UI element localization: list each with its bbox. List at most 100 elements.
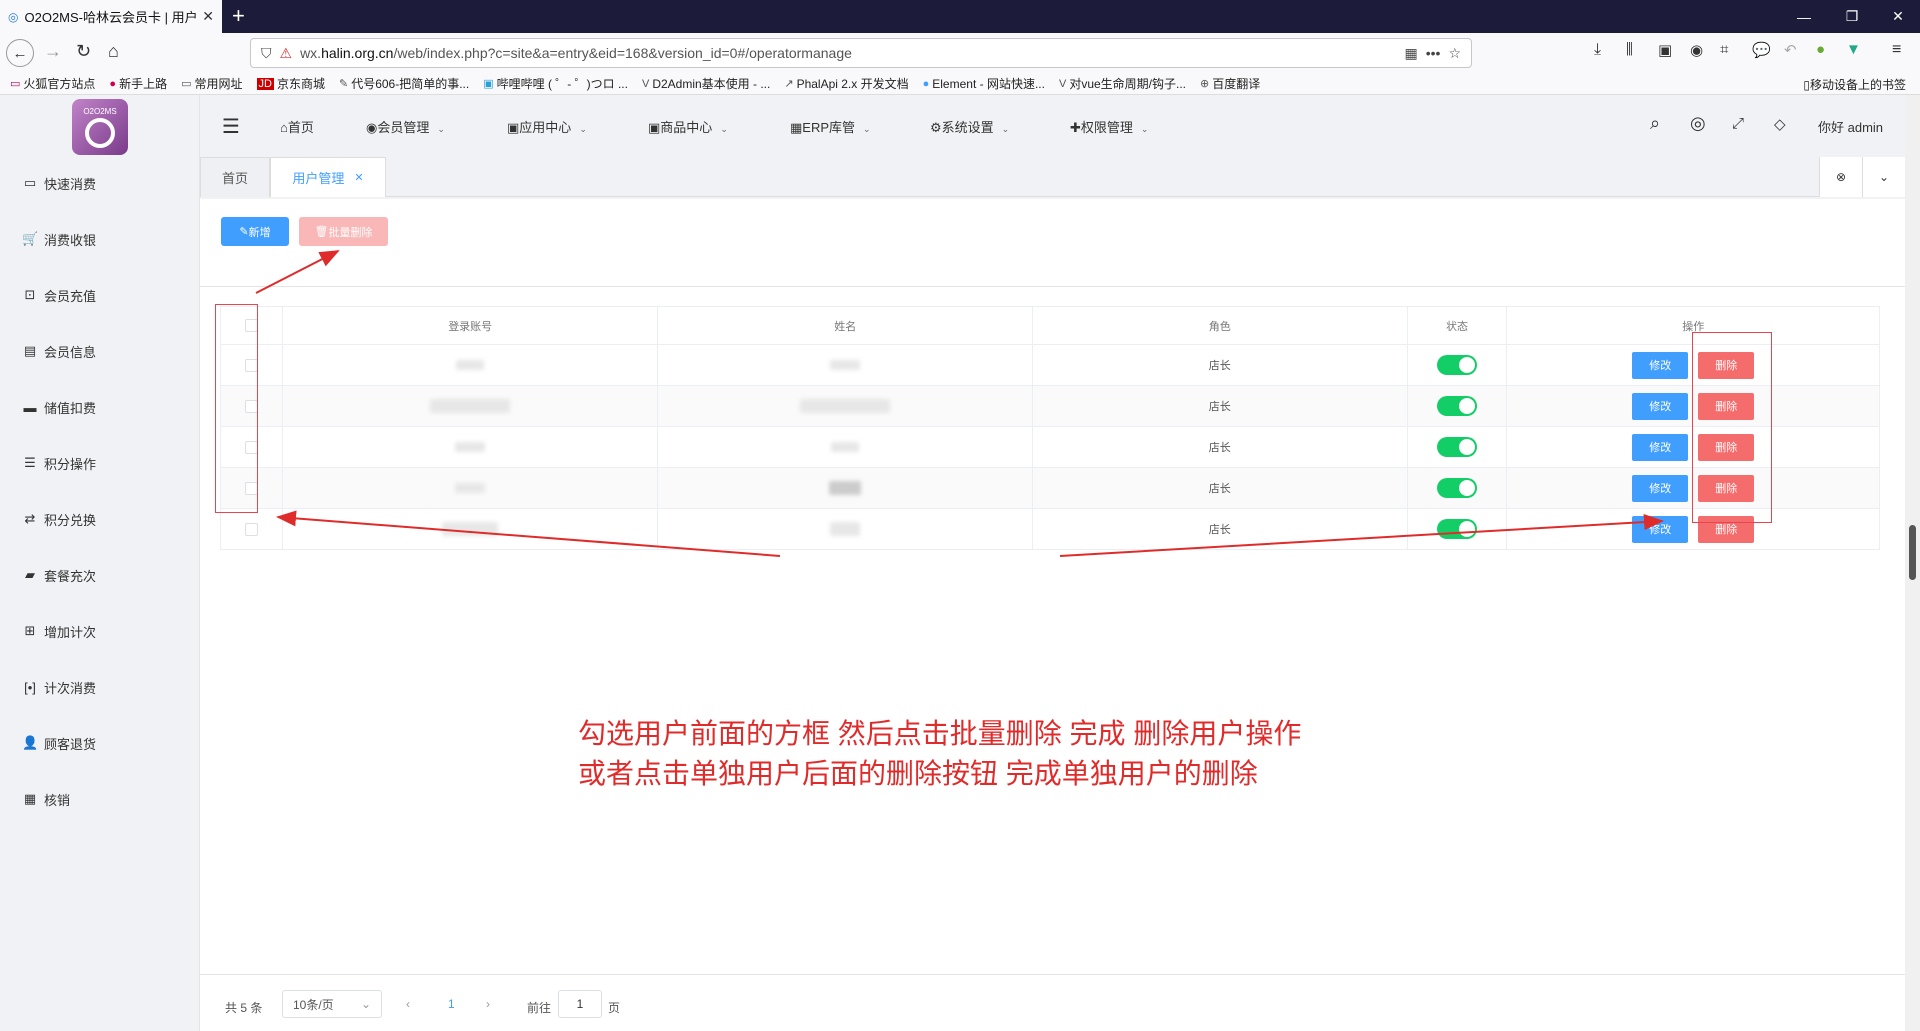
restore-icon[interactable]: ❐ (1830, 0, 1874, 33)
bookmark-item[interactable]: ↗ PhalApi 2.x 开发文档 (784, 75, 908, 92)
page-number[interactable]: 1 (448, 997, 455, 1011)
next-page-icon[interactable]: › (486, 997, 490, 1011)
blurred-account (442, 522, 499, 536)
menu-icon[interactable]: ≡ (1892, 41, 1901, 59)
nav-permissions[interactable]: ✚权限管理 ⌄ (1070, 117, 1148, 136)
status-switch[interactable] (1437, 355, 1477, 375)
page-scrollbar[interactable] (1905, 95, 1920, 1031)
goto-suffix: 页 (608, 1001, 621, 1015)
minimize-icon[interactable]: — (1782, 0, 1826, 33)
edit-button[interactable]: 修改 (1632, 433, 1689, 461)
edit-button[interactable]: 修改 (1632, 392, 1689, 420)
bookmark-item[interactable]: ▭ 火狐官方站点 (10, 75, 95, 92)
sidebar-toggle-icon[interactable]: ▣ (1658, 41, 1672, 59)
bookmark-item[interactable]: ▭ 常用网址 (181, 75, 242, 92)
qrcode-icon[interactable]: ▦ (1404, 45, 1417, 62)
diamond-icon[interactable]: ◇ (1774, 115, 1786, 133)
sidebar-item-package[interactable]: ▰ 套餐充次 (0, 547, 200, 603)
status-switch[interactable] (1437, 437, 1477, 457)
shield-icon[interactable]: ⛉ (261, 45, 272, 62)
status-switch[interactable] (1437, 519, 1477, 539)
close-tab-icon[interactable]: ✕ (354, 171, 363, 184)
bookmark-item[interactable]: JD 京东商城 (256, 75, 325, 92)
browser-tab[interactable]: ◎ O2O2MS-哈林云会员卡 | 用户 ✕ (0, 0, 222, 33)
bookmark-item[interactable]: ✎ 代号606-把简单的事... (339, 75, 469, 92)
screenshot-icon[interactable]: ⌗ (1720, 41, 1728, 58)
new-tab-icon[interactable]: + (232, 3, 245, 29)
status-switch[interactable] (1437, 478, 1477, 498)
sidebar-item-verify[interactable]: ▦ 核销 (0, 771, 200, 827)
sidebar-item-quick-consume[interactable]: ▭ 快速消费 (0, 155, 200, 211)
sidebar-item-count-consume[interactable]: [•] 计次消费 (0, 659, 200, 715)
library-icon[interactable]: ⫼ (1626, 41, 1633, 58)
close-tab-icon[interactable]: ✕ (202, 8, 214, 25)
scrollbar-thumb[interactable] (1909, 525, 1916, 580)
reload-icon[interactable]: ↻ (76, 41, 91, 62)
bookmark-item[interactable]: V D2Admin基本使用 - ... (642, 75, 770, 92)
more-icon[interactable]: ••• (1426, 45, 1441, 61)
nav-products[interactable]: ▣商品中心 ⌄ (648, 117, 728, 136)
account-icon[interactable]: ◉ (1690, 41, 1703, 59)
status-switch[interactable] (1437, 396, 1477, 416)
chevron-down-icon[interactable]: ⌄ (1862, 157, 1905, 197)
goto-page-input[interactable]: 1 (558, 990, 602, 1018)
url-bar[interactable]: ⛉ ⚠ wx.halin.org.cn/web/index.php?c=site… (250, 38, 1472, 68)
user-greeting[interactable]: 你好 admin (1818, 117, 1883, 136)
folder-icon: ▭ (10, 78, 21, 90)
bookmark-item[interactable]: ● Element - 网站快速... (923, 75, 1045, 92)
sidebar-item-return[interactable]: 👤 顾客退货 (0, 715, 200, 771)
insecure-lock-icon[interactable]: ⚠ (280, 45, 293, 62)
download-icon[interactable]: ⤓ (1594, 41, 1601, 59)
folder-icon: ▭ (181, 78, 192, 90)
page-size-select[interactable]: 10条/页 ⌄ (282, 990, 382, 1018)
chevron-down-icon: ⌄ (360, 997, 371, 1011)
sidebar-item-add-count[interactable]: ⊞ 增加计次 (0, 603, 200, 659)
bookmark-star-icon[interactable]: ☆ (1448, 45, 1461, 62)
search-icon[interactable]: ⌕ (1650, 113, 1660, 134)
tab-home[interactable]: 首页 (200, 157, 270, 197)
target-icon[interactable]: ◎ (1690, 113, 1706, 134)
nav-member[interactable]: ◉会员管理 ⌄ (366, 117, 445, 136)
home-icon[interactable]: ⌂ (108, 41, 119, 62)
chat-icon[interactable]: 💬 (1752, 41, 1771, 59)
close-all-icon[interactable]: ⊗ (1819, 157, 1862, 197)
sidebar-item-recharge[interactable]: ⊡ 会员充值 (0, 267, 200, 323)
fullscreen-icon[interactable]: ⤢ (1732, 115, 1744, 132)
tab-user-management[interactable]: 用户管理 ✕ (270, 157, 386, 197)
prev-page-icon[interactable]: ‹ (406, 997, 410, 1011)
edit-button[interactable]: 修改 (1632, 351, 1689, 379)
row-role: 店长 (1033, 427, 1408, 467)
sidebar-item-checkout[interactable]: 🛒 消费收银 (0, 211, 200, 267)
nav-apps[interactable]: ▣应用中心 ⌄ (507, 117, 587, 136)
close-window-icon[interactable]: ✕ (1876, 0, 1920, 33)
sidebar-item-member-info[interactable]: ▤ 会员信息 (0, 323, 200, 379)
batch-delete-button[interactable]: 🗑 批量删除 (299, 217, 388, 246)
nav-home[interactable]: ⌂首页 (280, 117, 314, 136)
logo-text: O2O2MS (83, 106, 117, 116)
extension-icon[interactable]: ● (1816, 41, 1825, 58)
bookmark-item[interactable]: ▣ 哔哩哔哩 ( ゜- ゜)つロ ... (483, 75, 628, 92)
bookmark-item[interactable]: V 对vue生命周期/钩子... (1059, 75, 1186, 92)
nav-erp[interactable]: ▦ERP库管 ⌄ (790, 117, 871, 136)
bookmark-item[interactable]: ● 新手上路 (109, 75, 167, 92)
bookmark-item[interactable]: ⊕ 百度翻译 (1200, 75, 1260, 92)
browser-tab-title: O2O2MS-哈林云会员卡 | 用户 (24, 10, 197, 25)
sidebar-item-points-ops[interactable]: ☰ 积分操作 (0, 435, 200, 491)
firefox-icon: ● (109, 77, 117, 90)
edit-button[interactable]: 修改 (1632, 515, 1689, 543)
undo-icon[interactable]: ↶ (1784, 41, 1797, 59)
nav-settings[interactable]: ⚙系统设置 ⌄ (930, 117, 1009, 136)
edit-button[interactable]: 修改 (1632, 474, 1689, 502)
user-circle-icon: ◉ (366, 120, 378, 135)
url-text[interactable]: wx.halin.org.cn/web/index.php?c=site&a=e… (300, 45, 1396, 61)
forward-icon[interactable]: → (44, 41, 62, 62)
vue-devtools-icon[interactable]: ▼ (1846, 41, 1861, 58)
sidebar-item-stored-value[interactable]: ▬ 储值扣费 (0, 379, 200, 435)
add-button[interactable]: ✎ 新增 (221, 217, 289, 246)
row-checkbox[interactable] (244, 522, 258, 536)
page-tabs: 首页 用户管理 ✕ ⊗ ⌄ (200, 157, 1905, 197)
back-icon[interactable]: ← (6, 39, 34, 67)
sidebar-item-points-exchange[interactable]: ⇄ 积分兑换 (0, 491, 200, 547)
mobile-bookmarks[interactable]: ▯移动设备上的书签 (1803, 76, 1906, 93)
hamburger-icon[interactable]: ☰ (222, 114, 240, 139)
